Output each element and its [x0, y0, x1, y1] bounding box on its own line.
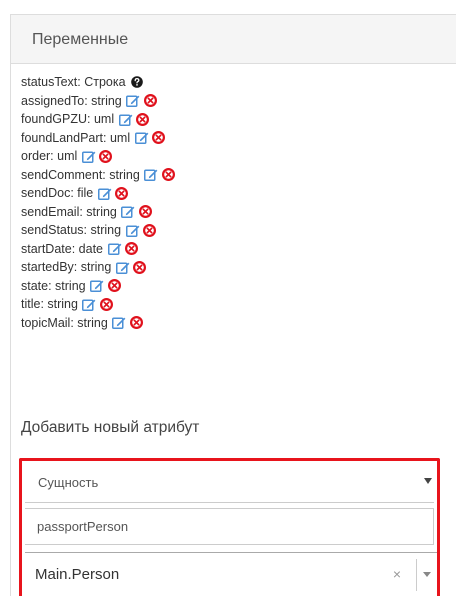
variable-item: startedBy: string	[21, 258, 456, 277]
variable-item: order: uml	[21, 147, 456, 166]
variable-item: title: string	[21, 295, 456, 314]
variable-text: assignedTo: string	[21, 93, 122, 108]
delete-icon[interactable]	[151, 131, 166, 145]
edit-icon[interactable]	[97, 186, 112, 200]
variable-item: startDate: date	[21, 240, 456, 259]
delete-icon[interactable]	[124, 242, 139, 256]
delete-icon[interactable]	[138, 205, 153, 219]
add-attribute-label: Добавить новый атрибут	[21, 419, 200, 436]
variable-item: sendDoc: file	[21, 184, 456, 203]
variable-text: topicMail: string	[21, 315, 108, 330]
attribute-kind-select[interactable]: Сущность	[25, 464, 434, 503]
panel-body: statusText: Строка assignedTo: string foun…	[21, 73, 456, 436]
edit-icon[interactable]	[107, 242, 122, 256]
variable-text: foundLandPart: uml	[21, 130, 131, 145]
variable-item: sendComment: string	[21, 166, 456, 185]
variable-text: title: string	[21, 297, 78, 311]
edit-icon[interactable]	[126, 94, 141, 108]
edit-icon[interactable]	[134, 131, 149, 145]
variable-text: order: uml	[21, 149, 78, 163]
variable-item: sendEmail: string	[21, 203, 456, 222]
delete-icon[interactable]	[99, 297, 114, 311]
attribute-type-select[interactable]: Main.Person ×	[25, 552, 437, 596]
variable-item: state: string	[21, 277, 456, 296]
variable-text: sendEmail: string	[21, 204, 117, 219]
edit-icon[interactable]	[118, 112, 133, 126]
edit-icon[interactable]	[121, 205, 136, 219]
add-attribute-form-highlight: Сущность Main.Person ×	[19, 458, 440, 596]
variable-text: sendStatus: string	[21, 223, 122, 237]
panel-title: Переменные	[11, 15, 456, 64]
delete-icon[interactable]	[107, 279, 122, 293]
chevron-down-icon	[424, 478, 432, 484]
variable-item: statusText: Строка	[21, 73, 456, 92]
delete-icon[interactable]	[161, 168, 176, 182]
edit-icon[interactable]	[125, 223, 140, 237]
variable-item: assignedTo: string	[21, 92, 456, 111]
edit-icon[interactable]	[81, 149, 96, 163]
attribute-type-value: Main.Person	[35, 566, 120, 583]
variable-text: state: string	[21, 278, 86, 293]
attribute-kind-value: Сущность	[38, 475, 99, 490]
variable-text: sendComment: string	[21, 167, 140, 182]
help-icon[interactable]	[130, 75, 145, 89]
select-divider	[416, 559, 417, 591]
edit-icon[interactable]	[112, 316, 127, 330]
chevron-down-icon[interactable]	[423, 572, 431, 577]
edit-icon[interactable]	[90, 279, 105, 293]
variable-text: startedBy: string	[21, 260, 112, 274]
delete-icon[interactable]	[142, 223, 157, 237]
variable-item: foundLandPart: uml	[21, 129, 456, 148]
delete-icon[interactable]	[135, 112, 150, 126]
edit-icon[interactable]	[144, 168, 159, 182]
variable-item: topicMail: string	[21, 314, 456, 333]
edit-icon[interactable]	[115, 260, 130, 274]
variable-text: foundGPZU: uml	[21, 112, 115, 126]
variables-list: statusText: Строка assignedTo: string foun…	[21, 73, 456, 332]
edit-icon[interactable]	[82, 297, 97, 311]
delete-icon[interactable]	[129, 316, 144, 330]
variable-text: startDate: date	[21, 241, 103, 256]
variable-item: sendStatus: string	[21, 221, 456, 240]
variable-text: statusText: Строка	[21, 75, 126, 89]
delete-icon[interactable]	[132, 260, 147, 274]
attribute-name-field[interactable]	[25, 508, 434, 545]
delete-icon[interactable]	[98, 149, 113, 163]
variable-item: foundGPZU: uml	[21, 110, 456, 129]
delete-icon[interactable]	[143, 94, 158, 108]
variable-text: sendDoc: file	[21, 186, 94, 200]
clear-icon[interactable]: ×	[393, 566, 401, 582]
attribute-name-input[interactable]	[25, 509, 433, 544]
delete-icon[interactable]	[114, 186, 129, 200]
